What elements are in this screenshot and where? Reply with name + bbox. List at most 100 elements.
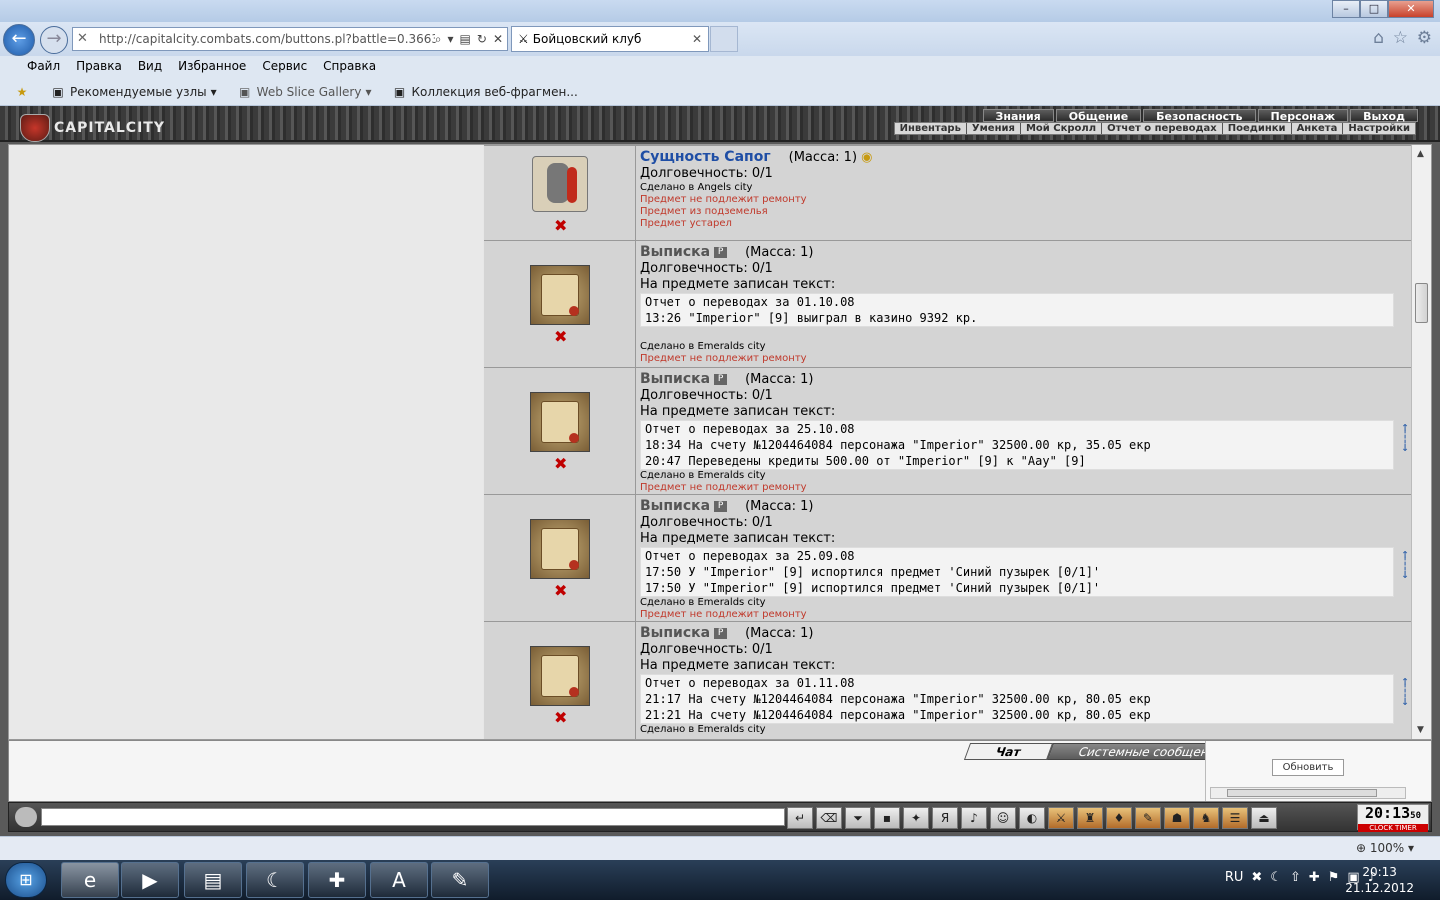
url-text[interactable]: http://capitalcity.combats.com/buttons.p…	[99, 32, 435, 46]
close-window-button[interactable]: ✕	[1388, 0, 1434, 18]
helmet-icon[interactable]: ♞	[1193, 807, 1219, 829]
item-name[interactable]: Выписка	[640, 498, 710, 514]
subnav-profile[interactable]: Анкета	[1292, 123, 1344, 134]
tray-arrow-icon[interactable]: ⇧	[1290, 870, 1301, 885]
scrollbar-thumb[interactable]	[1227, 789, 1377, 797]
home-icon[interactable]: ⌂	[1373, 28, 1384, 48]
delete-item-icon[interactable]: ✖	[554, 327, 567, 346]
refresh-icon[interactable]: ↻	[477, 32, 487, 47]
stop-icon[interactable]: ✕	[493, 32, 503, 47]
item-name[interactable]: Выписка	[640, 244, 710, 260]
horizontal-scrollbar[interactable]	[1210, 787, 1406, 799]
start-button[interactable]: ⊞	[5, 862, 47, 898]
media-player-taskbar-icon[interactable]: ▶	[121, 862, 179, 898]
refresh-button[interactable]: Обновить	[1272, 759, 1344, 776]
nav-knowledge[interactable]: Знания	[982, 109, 1054, 123]
nav-communication[interactable]: Общение	[1055, 109, 1142, 123]
save-icon[interactable]: ▪	[874, 807, 900, 829]
treasure-icon[interactable]: ♦	[1106, 807, 1132, 829]
sound-icon[interactable]: ♪	[961, 807, 987, 829]
forward-button[interactable]: →	[40, 26, 68, 54]
scroll-down-icon[interactable]: ▼	[1417, 725, 1424, 735]
favorites-add-icon[interactable]: ★	[14, 84, 30, 100]
group-icon[interactable]: ☰	[1222, 807, 1248, 829]
editor-taskbar-icon[interactable]: A	[370, 862, 428, 898]
scroll-icon[interactable]	[530, 392, 590, 452]
resize-handle-icon[interactable]: ↑ ┆ ↓	[1401, 675, 1409, 708]
vertical-scrollbar[interactable]: ▲ ▼	[1411, 145, 1431, 739]
favorites-star-icon[interactable]: ☆	[1393, 28, 1408, 48]
menu-view[interactable]: Вид	[130, 56, 170, 78]
bag-icon[interactable]: ♜	[1077, 807, 1103, 829]
sword-icon[interactable]: ⚔	[1048, 807, 1074, 829]
close-tab-icon[interactable]: ✕	[692, 32, 708, 46]
send-icon[interactable]: ↵	[787, 807, 813, 829]
delete-item-icon[interactable]: ✖	[554, 454, 567, 473]
exit-icon[interactable]: ⏏	[1251, 807, 1277, 829]
subnav-my-scroll[interactable]: Мой Скролл	[1021, 123, 1103, 134]
new-tab-button[interactable]	[710, 26, 738, 52]
fav-web-slice-gallery[interactable]: ▣ Web Slice Gallery ▾	[237, 84, 372, 100]
boot-essence-icon[interactable]	[532, 156, 588, 212]
filter-icon[interactable]: ⏷	[845, 807, 871, 829]
system-clock[interactable]: 20:13 21.12.2012	[1345, 864, 1414, 896]
scrollbar-thumb[interactable]	[1415, 283, 1428, 323]
search-icon[interactable]: ⌕	[435, 32, 442, 47]
compat-icon[interactable]: ▤	[460, 32, 471, 47]
subnav-skills[interactable]: Умения	[967, 123, 1021, 134]
browser-tab[interactable]: ⚔ Бойцовский клуб ✕	[511, 26, 709, 52]
scroll-icon[interactable]	[530, 519, 590, 579]
chat-input[interactable]	[41, 808, 785, 826]
subnav-inventory[interactable]: Инвентарь	[895, 123, 967, 134]
mask-icon[interactable]: ◐	[1019, 807, 1045, 829]
hand-icon[interactable]	[15, 807, 37, 827]
nav-security[interactable]: Безопасность	[1143, 109, 1256, 123]
menu-tools[interactable]: Сервис	[254, 56, 315, 78]
language-indicator[interactable]: RU	[1225, 870, 1244, 885]
tray-antivirus-icon[interactable]: ✖	[1251, 870, 1262, 885]
explorer-taskbar-icon[interactable]: ▤	[184, 862, 242, 898]
subnav-transfer-report[interactable]: Отчет о переводах	[1102, 123, 1223, 134]
minimize-button[interactable]: –	[1332, 0, 1360, 18]
dropdown-icon[interactable]: ▾	[448, 32, 454, 47]
delete-item-icon[interactable]: ✖	[554, 216, 567, 235]
menu-favorites[interactable]: Избранное	[170, 56, 254, 78]
scroll-icon[interactable]	[530, 265, 590, 325]
address-bar[interactable]: ✕ http://capitalcity.combats.com/buttons…	[72, 27, 508, 51]
fav-web-slices-collection[interactable]: ▣ Коллекция веб-фрагмен...	[391, 84, 578, 100]
menu-file[interactable]: Файл	[19, 56, 68, 78]
ie-taskbar-icon[interactable]: e	[61, 862, 119, 898]
maximize-button[interactable]: □	[1360, 0, 1388, 18]
fighter-icon[interactable]: ✦	[903, 807, 929, 829]
menu-edit[interactable]: Правка	[68, 56, 130, 78]
delete-item-icon[interactable]: ✖	[554, 581, 567, 600]
tray-flag-icon[interactable]: ⚑	[1328, 870, 1340, 885]
delete-item-icon[interactable]: ✖	[554, 708, 567, 727]
resize-handle-icon[interactable]: ↑ ┆ ↓	[1401, 548, 1409, 581]
gear-icon[interactable]: ⚙	[1417, 28, 1432, 48]
item-name[interactable]: Выписка	[640, 625, 710, 641]
smile-icon[interactable]: ☺	[990, 807, 1016, 829]
tab-chat[interactable]: Чат	[963, 743, 1053, 760]
app-plus-taskbar-icon[interactable]: ✚	[308, 862, 366, 898]
fav-suggested-sites[interactable]: ▣ Рекомендуемые узлы ▾	[50, 84, 216, 100]
scroll-icon[interactable]	[530, 646, 590, 706]
zoom-level[interactable]: ⊕ 100% ▾	[1356, 841, 1414, 855]
nav-character[interactable]: Персонаж	[1257, 109, 1349, 123]
item-name[interactable]: Сущность Сапог	[640, 149, 771, 165]
tray-moon-icon[interactable]: ☾	[1270, 870, 1282, 885]
item-name[interactable]: Выписка	[640, 371, 710, 387]
scroll-up-icon[interactable]: ▲	[1417, 149, 1424, 159]
resize-handle-icon[interactable]: ↑ ┆ ↓	[1401, 421, 1409, 454]
paint-taskbar-icon[interactable]: ✎	[431, 862, 489, 898]
subnav-settings[interactable]: Настройки	[1343, 123, 1415, 134]
menu-help[interactable]: Справка	[315, 56, 384, 78]
subnav-duels[interactable]: Поединки	[1223, 123, 1292, 134]
nav-exit[interactable]: Выход	[1350, 109, 1418, 123]
back-button[interactable]: ←	[3, 24, 35, 56]
tray-plus-icon[interactable]: ✚	[1309, 870, 1320, 885]
clan-icon[interactable]: ☗	[1164, 807, 1190, 829]
translit-icon[interactable]: Я	[932, 807, 958, 829]
scroll-tool-icon[interactable]: ✎	[1135, 807, 1161, 829]
eraser-icon[interactable]: ⌫	[816, 807, 842, 829]
